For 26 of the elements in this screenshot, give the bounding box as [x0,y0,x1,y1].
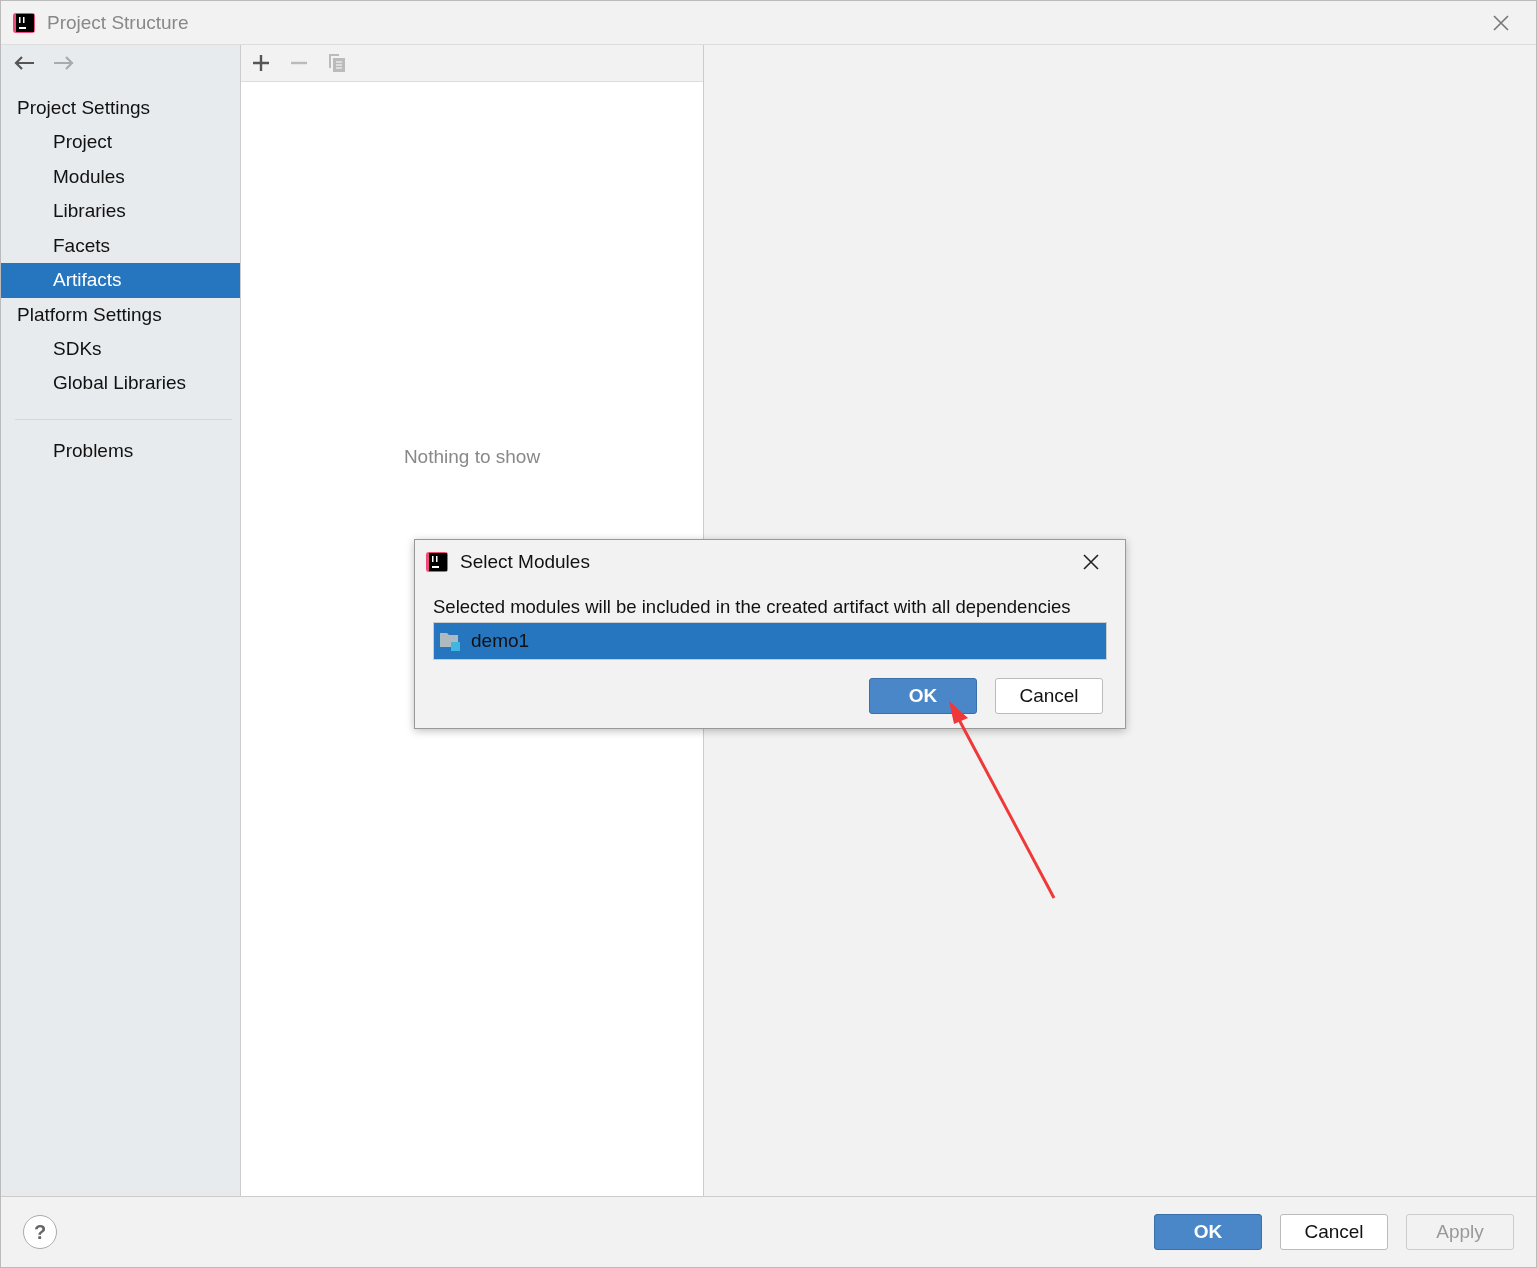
folder-icon [439,631,461,651]
sidebar-item[interactable]: Problems [1,433,240,468]
sidebar-section-header: Project Settings [16,96,152,120]
sidebar-item[interactable]: Artifacts [1,263,240,298]
sidebar-item[interactable]: Facets [1,228,240,263]
dialog-button[interactable]: Cancel [1280,1214,1388,1250]
sidebar-item[interactable]: SDKs [1,331,240,366]
dialog-title: Select Modules [460,551,590,573]
module-row[interactable]: demo1 [434,623,1106,659]
app-logo-icon [426,550,450,574]
sidebar-item[interactable]: Modules [1,159,240,194]
app-logo-icon [13,10,37,35]
empty-text: Nothing to show [403,446,541,469]
sidebar-item[interactable]: Global Libraries [1,366,240,401]
dialog-button[interactable]: Cancel [995,678,1103,714]
window-title: Project Structure [47,11,189,34]
sidebar-item[interactable]: Project [1,125,240,160]
dialog-message: Selected modules will be included in the created artifact with all dependencies [433,596,1072,619]
sidebar-item[interactable]: Libraries [1,194,240,229]
sidebar-section-header: Platform Settings [16,302,163,327]
back-arrow-icon[interactable] [13,55,35,71]
dialog-button[interactable]: OK [1154,1214,1262,1250]
add-icon[interactable] [252,54,270,72]
help-button[interactable]: ? [23,1215,57,1249]
close-icon[interactable] [1083,554,1099,570]
dialog-button[interactable]: OK [869,678,977,714]
